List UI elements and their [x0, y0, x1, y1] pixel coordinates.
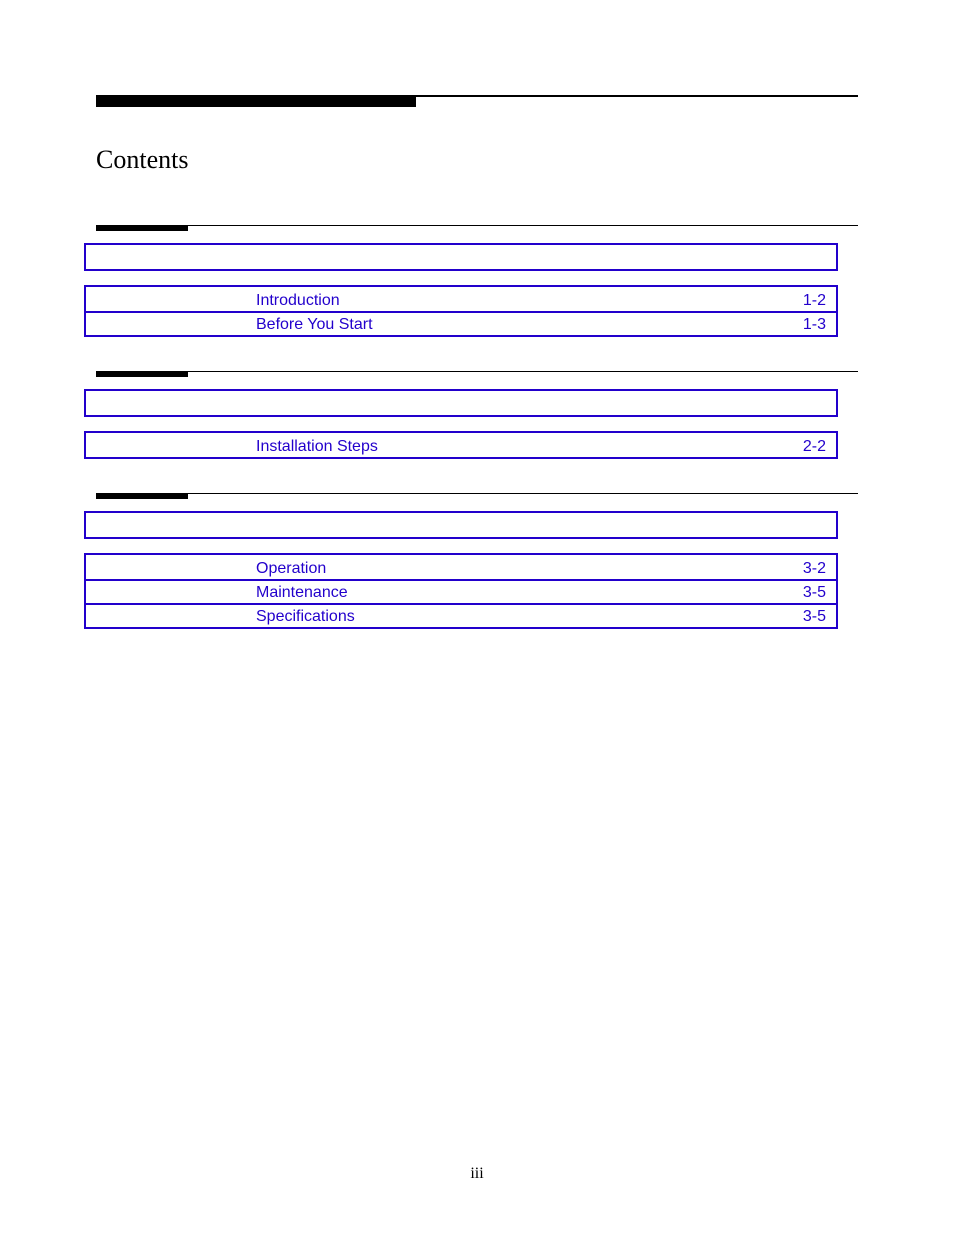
toc-entry[interactable]: Maintenance 3-5: [86, 579, 836, 603]
toc-section: Introduction 1-2 Before You Start 1-3: [60, 225, 894, 337]
toc-entry[interactable]: Installation Steps 2-2: [86, 433, 836, 457]
toc-entry-page: 3-5: [803, 608, 826, 627]
page-number: iii: [0, 1165, 954, 1183]
toc-entry[interactable]: Introduction 1-2: [86, 287, 836, 311]
chapter-title-box[interactable]: [84, 511, 838, 539]
section-divider-accent: [96, 493, 188, 499]
toc-entry-page: 1-2: [803, 292, 826, 311]
toc-entry-label: Maintenance: [256, 584, 348, 603]
toc-entry[interactable]: Specifications 3-5: [86, 603, 836, 627]
toc-entry-group: Introduction 1-2 Before You Start 1-3: [84, 285, 838, 337]
toc-entry-label: Specifications: [256, 608, 355, 627]
toc-entry-label: Operation: [256, 560, 326, 579]
toc-entry[interactable]: Operation 3-2: [86, 555, 836, 579]
toc-entry-label: Introduction: [256, 292, 340, 311]
toc-entry-group: Installation Steps 2-2: [84, 431, 838, 459]
page: Contents Introduction 1-2 Before You Sta…: [0, 0, 954, 629]
section-divider-accent: [96, 371, 188, 377]
header-black-bar: [96, 95, 416, 107]
chapter-title-box[interactable]: [84, 389, 838, 417]
section-divider: [96, 225, 858, 226]
section-divider: [96, 493, 858, 494]
toc-entry[interactable]: Before You Start 1-3: [86, 311, 836, 335]
chapter-title-box[interactable]: [84, 243, 838, 271]
toc-entry-page: 3-5: [803, 584, 826, 603]
toc-section: Installation Steps 2-2: [60, 371, 894, 459]
toc-entry-page: 3-2: [803, 560, 826, 579]
page-title: Contents: [96, 145, 894, 175]
toc-section: Operation 3-2 Maintenance 3-5 Specificat…: [60, 493, 894, 629]
toc-entry-label: Installation Steps: [256, 438, 378, 457]
toc-entry-label: Before You Start: [256, 316, 373, 335]
section-divider: [96, 371, 858, 372]
toc-entry-group: Operation 3-2 Maintenance 3-5 Specificat…: [84, 553, 838, 629]
toc-entry-page: 2-2: [803, 438, 826, 457]
toc-entry-page: 1-3: [803, 316, 826, 335]
section-divider-accent: [96, 225, 188, 231]
